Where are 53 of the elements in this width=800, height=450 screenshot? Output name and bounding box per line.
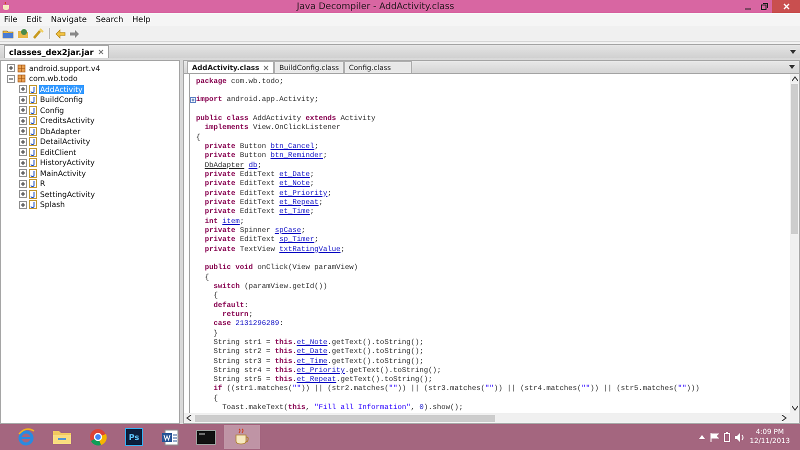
menu-item[interactable]: Edit	[26, 15, 42, 24]
expander-icon[interactable]	[19, 148, 27, 156]
close-icon[interactable]	[98, 49, 104, 55]
restore-icon	[760, 3, 768, 10]
package-icon[interactable]	[17, 28, 29, 39]
caret-icon[interactable]	[698, 435, 705, 439]
dropdown-icon[interactable]	[789, 65, 795, 69]
folder-icon[interactable]	[52, 429, 72, 445]
expander-icon[interactable]	[19, 169, 27, 178]
expander-icon[interactable]	[19, 106, 27, 114]
expander-icon[interactable]	[7, 64, 15, 72]
coffee-cup-icon[interactable]	[233, 428, 251, 446]
close-button[interactable]	[772, 0, 800, 13]
close-icon	[782, 3, 790, 10]
scroll-up-icon[interactable]	[792, 76, 798, 82]
expander-icon[interactable]	[19, 138, 27, 146]
expander-icon[interactable]	[19, 180, 27, 188]
menu-item[interactable]: Help	[132, 15, 151, 24]
vertical-scrollbar[interactable]	[790, 74, 799, 413]
document-icon[interactable]	[161, 428, 179, 446]
scroll-left-icon[interactable]	[186, 415, 192, 421]
expander-icon[interactable]	[19, 116, 27, 125]
menu-item[interactable]: File	[4, 15, 18, 24]
expander-icon[interactable]	[19, 85, 27, 94]
expander-icon[interactable]	[7, 74, 15, 83]
window-title: Java Decompiler - AddActivity.class	[295, 2, 456, 12]
terminal-icon[interactable]	[196, 430, 216, 444]
back-arrow-icon[interactable]	[55, 28, 66, 38]
expand-marker-icon[interactable]	[190, 97, 196, 104]
package-icon	[17, 64, 26, 73]
expander-icon[interactable]	[19, 127, 27, 136]
expander-icon[interactable]	[19, 190, 27, 198]
taskbar-item[interactable]: Ps	[116, 425, 152, 449]
package-icon	[17, 74, 26, 84]
photoshop-icon[interactable]: Ps	[125, 428, 143, 446]
menu-item[interactable]: Navigate	[50, 15, 87, 24]
expander-icon[interactable]	[19, 200, 27, 209]
speaker-icon[interactable]	[734, 432, 745, 442]
file-tab[interactable]: classes_dex2jar.jar	[4, 45, 109, 58]
close-icon[interactable]	[263, 64, 270, 70]
expander-icon[interactable]	[19, 96, 27, 104]
forward-arrow-icon[interactable]	[69, 28, 80, 38]
expander-icon[interactable]	[19, 158, 27, 167]
chrome-icon[interactable]	[89, 428, 107, 446]
dropdown-icon[interactable]	[790, 50, 796, 54]
coffee-cup-icon	[2, 2, 11, 11]
battery-icon[interactable]	[724, 432, 730, 442]
scroll-right-icon[interactable]	[781, 415, 787, 421]
menu-item[interactable]: Search	[96, 15, 124, 24]
horizontal-scrollbar[interactable]	[184, 413, 799, 423]
flag-icon[interactable]	[710, 432, 719, 442]
folder-icon[interactable]	[2, 28, 14, 38]
scroll-down-icon[interactable]	[792, 405, 798, 411]
